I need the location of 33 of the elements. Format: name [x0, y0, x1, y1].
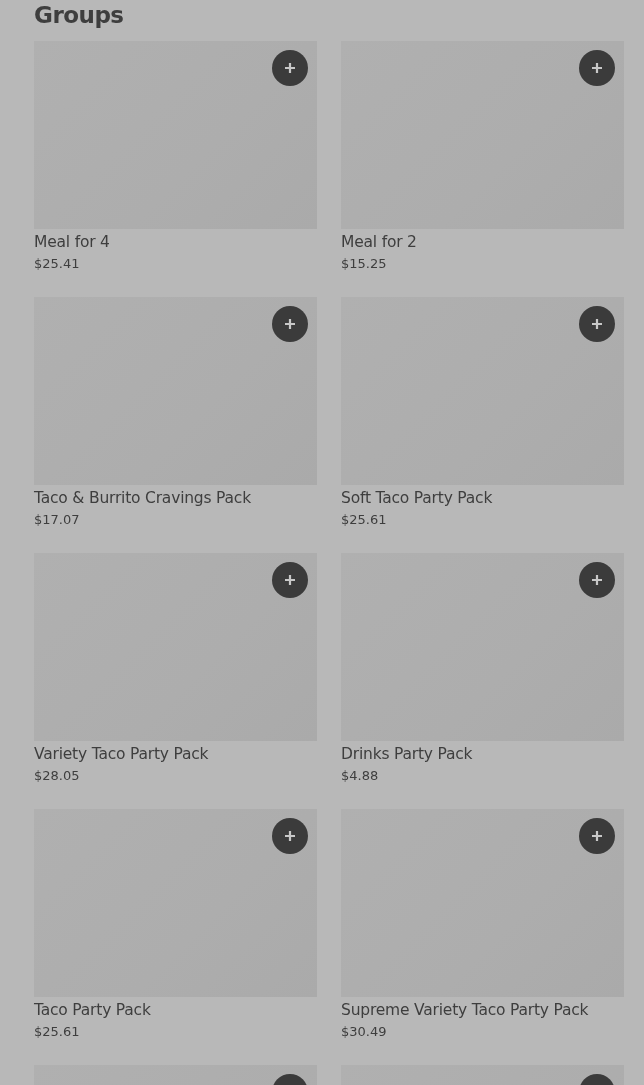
- section-title: Groups: [34, 1, 125, 30]
- item-price: $4.88: [341, 767, 379, 785]
- item-price: $25.61: [34, 1023, 80, 1041]
- item-price: $25.61: [341, 511, 387, 529]
- plus-icon: [591, 574, 603, 586]
- plus-icon: [591, 318, 603, 330]
- add-button[interactable]: [579, 562, 615, 598]
- item-price: $17.07: [34, 511, 80, 529]
- add-button[interactable]: [579, 818, 615, 854]
- plus-icon: [591, 830, 603, 842]
- item-price: $25.41: [34, 255, 80, 273]
- plus-icon: [284, 574, 296, 586]
- item-name[interactable]: Drinks Party Pack: [341, 744, 473, 764]
- plus-icon: [591, 62, 603, 74]
- plus-icon: [284, 318, 296, 330]
- item-name[interactable]: Meal for 4: [34, 232, 110, 252]
- item-name[interactable]: Meal for 2: [341, 232, 417, 252]
- add-button[interactable]: [579, 50, 615, 86]
- item-price: $30.49: [341, 1023, 387, 1041]
- item-name[interactable]: Soft Taco Party Pack: [341, 488, 493, 508]
- add-button[interactable]: [272, 306, 308, 342]
- add-button[interactable]: [272, 50, 308, 86]
- item-name[interactable]: Taco Party Pack: [34, 1000, 151, 1020]
- plus-icon: [284, 830, 296, 842]
- add-button[interactable]: [272, 818, 308, 854]
- add-button[interactable]: [579, 306, 615, 342]
- item-name[interactable]: Taco & Burrito Cravings Pack: [34, 488, 251, 508]
- item-price: $15.25: [341, 255, 387, 273]
- plus-icon: [284, 62, 296, 74]
- add-button[interactable]: [272, 562, 308, 598]
- item-name[interactable]: Variety Taco Party Pack: [34, 744, 209, 764]
- item-name[interactable]: Supreme Variety Taco Party Pack: [341, 1000, 589, 1020]
- item-price: $28.05: [34, 767, 80, 785]
